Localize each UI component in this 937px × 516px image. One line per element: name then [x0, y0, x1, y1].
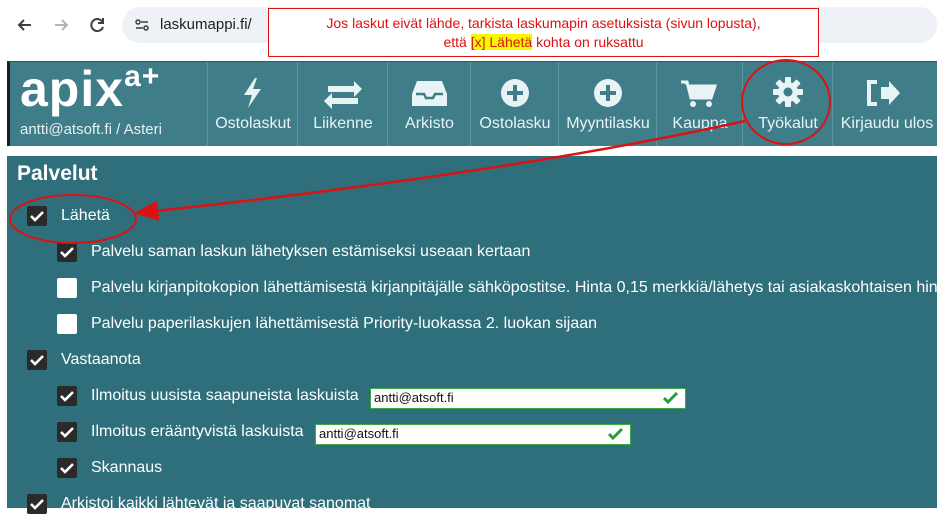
- nav-kirjaudu-ulos[interactable]: Kirjaudu ulos: [832, 62, 937, 146]
- new-invoice-email-field[interactable]: antti@atsoft.fi: [370, 388, 686, 409]
- nav-myyntilasku[interactable]: Myyntilasku: [558, 62, 657, 146]
- app-header: apixa+ antti@atsoft.fi / Asteri Ostolask…: [7, 60, 937, 146]
- vastaanota-checkbox[interactable]: [27, 350, 47, 370]
- bookkeeping-copy-checkbox[interactable]: [57, 278, 77, 298]
- sign-out-icon: [833, 76, 937, 110]
- url-text[interactable]: laskumappi.fi/: [160, 16, 252, 33]
- due-invoice-notification-checkbox[interactable]: [57, 422, 77, 442]
- cart-icon: [657, 76, 743, 110]
- nav-ostolaskut[interactable]: Ostolaskut: [207, 62, 298, 146]
- due-invoice-email-field[interactable]: antti@atsoft.fi: [315, 424, 631, 445]
- user-account-label: antti@atsoft.fi / Asteri: [20, 121, 162, 138]
- bolt-icon: [208, 76, 298, 110]
- nav-arkisto[interactable]: Arkisto: [387, 62, 471, 146]
- services-panel: Palvelut Lähetä Palvelu saman laskun läh…: [7, 156, 937, 514]
- check-icon: [663, 392, 679, 404]
- arrow-left-icon[interactable]: [14, 14, 36, 36]
- reload-icon[interactable]: [86, 14, 108, 36]
- nav-tyokalut[interactable]: Työkalut: [742, 62, 833, 146]
- inbox-icon: [388, 76, 471, 110]
- skannaus-checkbox[interactable]: [57, 458, 77, 478]
- duplicate-prevention-checkbox[interactable]: [57, 242, 77, 262]
- plus-circle-icon: [471, 76, 559, 110]
- check-icon: [608, 428, 624, 440]
- apix-logo[interactable]: apixa+: [20, 60, 160, 118]
- laheta-checkbox[interactable]: [27, 206, 47, 226]
- panel-title: Palvelut: [17, 162, 98, 185]
- gear-icon: [743, 76, 833, 110]
- archive-all-checkbox[interactable]: [27, 494, 47, 514]
- new-invoice-notification-checkbox[interactable]: [57, 386, 77, 406]
- plus-circle-icon: [559, 76, 657, 110]
- arrow-right-icon[interactable]: [50, 14, 72, 36]
- annotation-callout: Jos laskut eivät lähde, tarkista laskuma…: [268, 8, 819, 57]
- nav-kauppa[interactable]: Kauppa: [656, 62, 743, 146]
- nav-ostolasku[interactable]: Ostolasku: [470, 62, 559, 146]
- priority-mail-checkbox[interactable]: [57, 314, 77, 334]
- highlighted-text: [x] Lähetä: [470, 34, 533, 50]
- exchange-icon: [298, 76, 388, 110]
- nav-liikenne[interactable]: Liikenne: [297, 62, 388, 146]
- site-settings-icon[interactable]: [134, 17, 150, 33]
